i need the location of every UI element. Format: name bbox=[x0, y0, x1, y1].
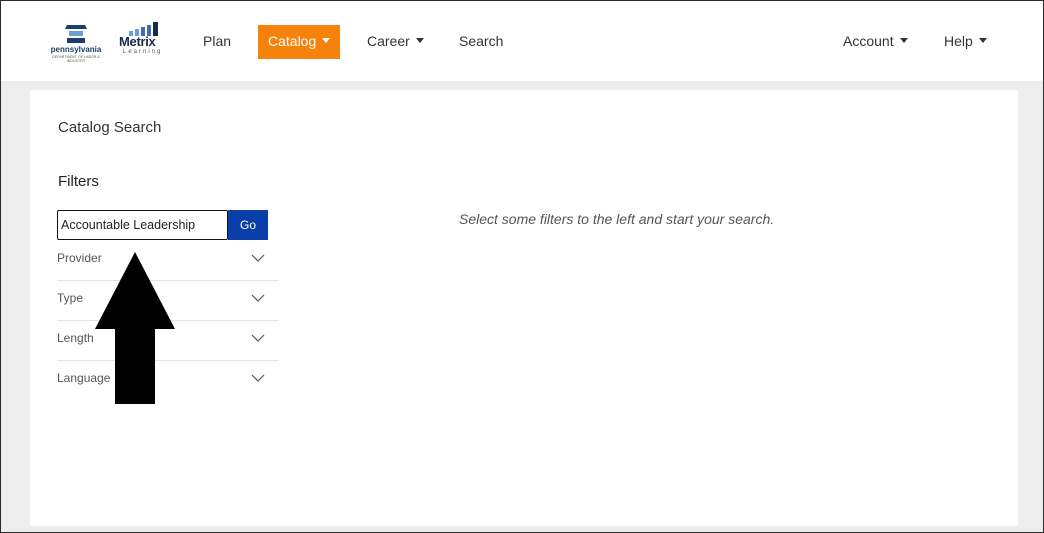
filters-heading: Filters bbox=[58, 173, 99, 190]
chevron-down-icon bbox=[251, 334, 265, 342]
caret-down-icon bbox=[978, 37, 987, 43]
caret-down-icon bbox=[899, 37, 908, 43]
nav-help-label: Help bbox=[944, 33, 973, 49]
catalog-search-input[interactable] bbox=[57, 210, 228, 240]
caret-down-icon bbox=[415, 37, 424, 43]
filter-type-label: Type bbox=[57, 291, 84, 305]
catalog-search-card: Catalog Search Filters Go Provider Type … bbox=[30, 90, 1018, 526]
nav-catalog-label: Catalog bbox=[268, 33, 317, 49]
nav-catalog[interactable]: Catalog bbox=[258, 25, 341, 59]
page-title: Catalog Search bbox=[58, 119, 162, 136]
learning-wordmark: Learning bbox=[123, 49, 163, 55]
nav-account[interactable]: Account bbox=[843, 25, 908, 59]
pennsylvania-wordmark: pennsylvania bbox=[50, 45, 102, 54]
chevron-down-icon bbox=[251, 374, 265, 382]
filter-length-label: Length bbox=[57, 331, 94, 345]
app-frame: pennsylvania DEPARTMENT OF LABOR & INDUS… bbox=[0, 0, 1044, 533]
pennsylvania-logo[interactable]: pennsylvania DEPARTMENT OF LABOR & INDUS… bbox=[45, 23, 107, 63]
metrix-wordmark: Metrix bbox=[119, 34, 156, 49]
nav-career[interactable]: Career bbox=[367, 25, 424, 59]
nav-career-label: Career bbox=[367, 33, 410, 49]
department-wordmark: DEPARTMENT OF LABOR & INDUSTRY bbox=[52, 55, 100, 63]
metrix-logo[interactable]: Metrix Learning bbox=[119, 22, 171, 62]
nav-plan[interactable]: Plan bbox=[203, 25, 231, 59]
top-navbar: pennsylvania DEPARTMENT OF LABOR & INDUS… bbox=[1, 1, 1043, 81]
empty-state-hint: Select some filters to the left and star… bbox=[459, 211, 775, 227]
nav-help[interactable]: Help bbox=[944, 25, 987, 59]
chevron-down-icon bbox=[251, 254, 265, 262]
nav-plan-label: Plan bbox=[203, 33, 232, 49]
nav-search-label: Search bbox=[459, 33, 504, 49]
nav-search[interactable]: Search bbox=[459, 25, 503, 59]
chevron-down-icon bbox=[251, 294, 265, 302]
up-arrow-icon bbox=[95, 252, 175, 404]
keystone-icon bbox=[65, 25, 87, 43]
nav-account-label: Account bbox=[843, 33, 894, 49]
caret-down-icon bbox=[322, 37, 331, 43]
go-button[interactable]: Go bbox=[228, 210, 268, 240]
